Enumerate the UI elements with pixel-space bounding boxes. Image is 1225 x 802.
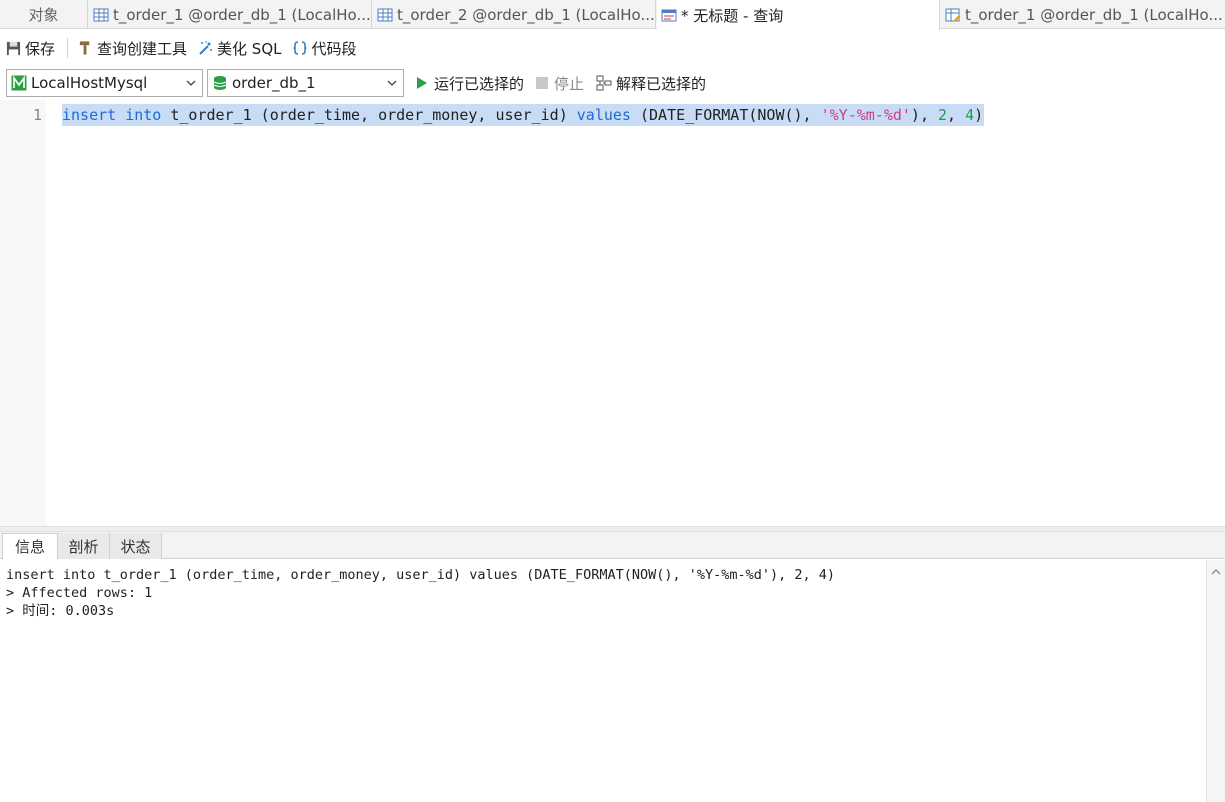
tab-info[interactable]: 信息 <box>2 533 58 560</box>
sql-text: ), <box>910 106 939 124</box>
output-line: > Affected rows: 1 <box>6 585 153 601</box>
play-icon <box>417 77 427 89</box>
tab-profile[interactable]: 剖析 <box>58 533 110 559</box>
tab-label: t_order_2 @order_db_1 (LocalHo... <box>397 5 655 24</box>
output-line: > 时间: 0.003s <box>6 603 115 619</box>
connection-select[interactable]: LocalHostMysql <box>6 69 203 97</box>
tab-label: t_order_1 @order_db_1 (LocalHo... <box>113 5 371 24</box>
table-icon <box>93 8 109 21</box>
sql-keyword: insert <box>62 106 117 124</box>
mysql-connection-icon <box>11 75 27 91</box>
code-line[interactable]: insert into t_order_1 (order_time, order… <box>62 104 985 126</box>
sql-editor[interactable]: 1 insert into t_order_1 (order_time, ord… <box>0 100 1225 526</box>
save-button[interactable]: 保存 <box>6 38 55 59</box>
output-line: insert into t_order_1 (order_time, order… <box>6 567 836 583</box>
table-icon <box>377 8 393 21</box>
vertical-scrollbar[interactable] <box>1206 560 1225 802</box>
tab-label: * 无标题 - 查询 <box>681 6 784 25</box>
sql-text: , <box>947 106 966 124</box>
result-tabs: 信息 剖析 状态 <box>0 532 1225 560</box>
sql-string: '%Y-%m-%d' <box>820 106 911 124</box>
tab-t-order-1-design[interactable]: t_order_1 @order_db_1 (LocalHo... <box>941 0 1225 29</box>
run-selected-button[interactable]: 运行已选择的 <box>416 73 524 94</box>
toolbar-divider <box>67 38 69 58</box>
tab-t-order-2[interactable]: t_order_2 @order_db_1 (LocalHo... <box>373 0 656 29</box>
sql-text: ) <box>974 106 984 124</box>
sql-number: 2 <box>938 106 948 124</box>
query-builder-button[interactable]: 查询创建工具 <box>78 38 187 59</box>
tab-bar: 对象 t_order_1 @order_db_1 (LocalHo... t_o… <box>0 0 1225 30</box>
chevron-up-icon[interactable] <box>1211 568 1221 576</box>
connection-toolbar: LocalHostMysql order_db_1 运行已选择的 停止 解释已选… <box>0 66 1225 100</box>
sql-text: (DATE_FORMAT(NOW(), <box>630 106 821 124</box>
explain-icon <box>596 75 612 91</box>
chevron-down-icon <box>387 80 397 86</box>
tab-objects[interactable]: 对象 <box>0 0 88 29</box>
tab-status[interactable]: 状态 <box>110 533 162 559</box>
table-design-icon <box>945 8 961 21</box>
save-icon <box>6 41 21 55</box>
stop-icon <box>536 77 549 89</box>
beautify-sql-button[interactable]: 美化 SQL <box>197 38 282 59</box>
tab-t-order-1[interactable]: t_order_1 @order_db_1 (LocalHo... <box>89 0 372 29</box>
message-output[interactable]: insert into t_order_1 (order_time, order… <box>0 560 1206 802</box>
tab-objects-label: 对象 <box>28 6 59 24</box>
explain-selected-button[interactable]: 解释已选择的 <box>596 73 706 94</box>
braces-icon <box>292 41 307 55</box>
hammer-icon <box>79 41 90 55</box>
query-icon <box>661 9 677 22</box>
sql-text: t_order_1 (order_time, order_money, user… <box>161 106 577 124</box>
main-toolbar: 保存 查询创建工具 美化 SQL 代码段 <box>0 30 1225 66</box>
sql-keyword: into <box>125 106 162 124</box>
stop-button[interactable]: 停止 <box>536 73 584 94</box>
tab-label: t_order_1 @order_db_1 (LocalHo... <box>965 5 1223 24</box>
database-icon <box>213 76 227 90</box>
sql-number: 4 <box>965 106 975 124</box>
chevron-down-icon <box>186 80 196 86</box>
magic-wand-icon <box>199 41 213 55</box>
sql-keyword: values <box>576 106 631 124</box>
code-snippet-button[interactable]: 代码段 <box>292 38 357 59</box>
line-number: 1 <box>32 106 42 124</box>
database-select[interactable]: order_db_1 <box>207 69 404 97</box>
tab-untitled-query[interactable]: * 无标题 - 查询 <box>657 0 940 30</box>
line-gutter: 1 <box>0 100 46 526</box>
